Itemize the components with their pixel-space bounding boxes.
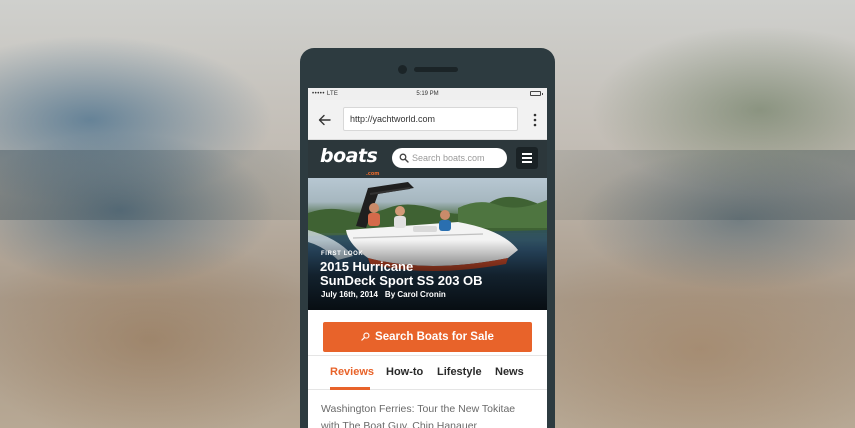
search-boats-button[interactable]: Search Boats for Sale (323, 322, 532, 352)
phone-screen: ••••• LTE 5:19 PM http://yachtworld.com … (308, 88, 547, 428)
article-link[interactable]: Washington Ferries: Tour the New Tokitae… (308, 390, 547, 428)
search-placeholder: Search boats.com (412, 153, 485, 163)
hero-author: By Carol Cronin (384, 290, 446, 299)
status-time: 5:19 PM (416, 91, 439, 97)
article-title-line1: Washington Ferries: Tour the New Tokitae (321, 403, 516, 415)
status-bar: ••••• LTE 5:19 PM (308, 88, 547, 100)
tab-lifestyle[interactable]: Lifestyle (437, 366, 482, 378)
article-title-line2: with The Boat Guy, Chip Hanauer (321, 420, 478, 428)
cta-section: Search Boats for Sale (308, 310, 547, 356)
tab-how-to[interactable]: How-to (386, 366, 423, 378)
search-boats-label: Search Boats for Sale (375, 331, 494, 343)
hero-article[interactable]: FIRST LOOK 2015 Hurricane SunDeck Sport … (308, 178, 547, 310)
hero-date: July 16th, 2014 (321, 290, 378, 299)
hero-title-line2: SunDeck Sport SS 203 OB (320, 273, 483, 288)
phone-camera (398, 65, 407, 74)
tab-reviews[interactable]: Reviews (330, 366, 374, 378)
category-tabs: Reviews How-to Lifestyle News (308, 356, 547, 390)
search-icon (361, 332, 370, 341)
browser-toolbar: http://yachtworld.com (308, 100, 547, 140)
hamburger-menu-button[interactable] (516, 147, 538, 169)
phone-device: ••••• LTE 5:19 PM http://yachtworld.com … (300, 48, 555, 428)
battery-icon (530, 91, 543, 96)
phone-speaker (414, 67, 458, 72)
site-search-input[interactable]: Search boats.com (392, 148, 507, 168)
search-icon (399, 153, 409, 163)
overflow-menu-icon[interactable] (533, 113, 537, 127)
site-header: boats .com Search boats.com (308, 140, 547, 178)
site-logo[interactable]: boats .com (320, 146, 380, 177)
address-bar[interactable]: http://yachtworld.com (343, 107, 518, 131)
tab-news[interactable]: News (495, 366, 524, 378)
back-arrow-icon[interactable] (318, 113, 332, 127)
active-tab-indicator (330, 387, 370, 390)
hero-title[interactable]: 2015 Hurricane SunDeck Sport SS 203 OB (320, 260, 540, 288)
hero-title-line1: 2015 Hurricane (320, 259, 414, 274)
hero-kicker: FIRST LOOK (321, 251, 364, 257)
hero-meta: July 16th, 2014 By Carol Cronin (321, 290, 446, 299)
